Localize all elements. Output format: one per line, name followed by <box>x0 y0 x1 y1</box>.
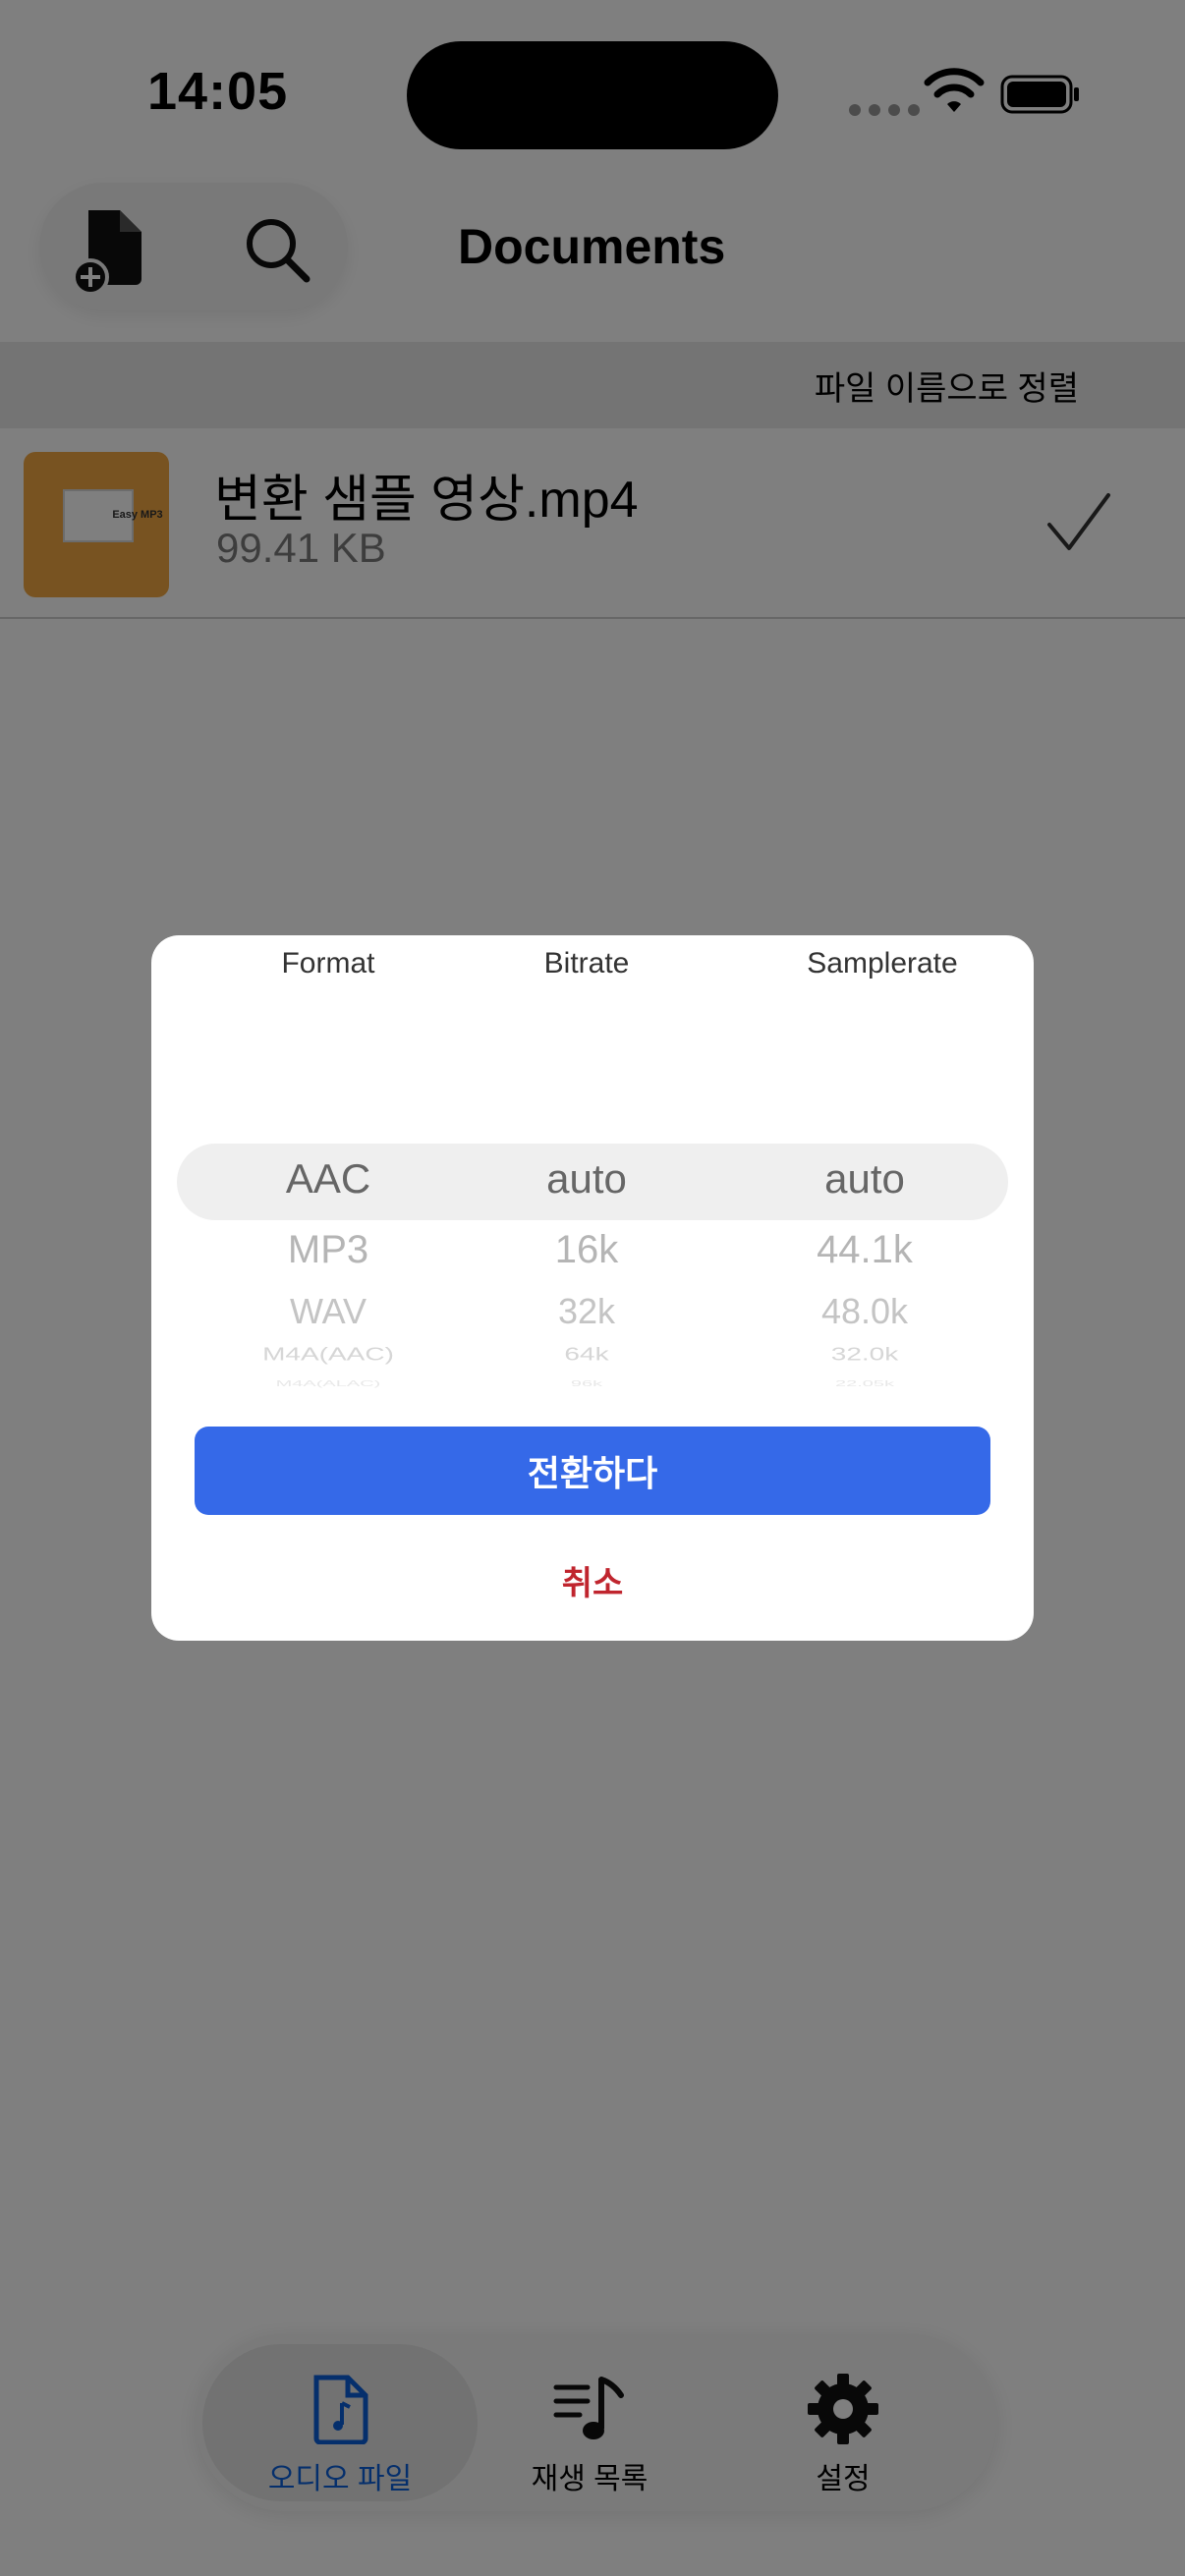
bitrate-option[interactable]: 64k <box>469 1344 705 1365</box>
format-option-selected[interactable]: AAC <box>210 1155 446 1203</box>
bitrate-column-header: Bitrate <box>543 947 630 980</box>
convert-dialog: Format Bitrate Samplerate AAC MP3 WAV M4… <box>151 935 1034 1641</box>
bitrate-option[interactable]: 32k <box>469 1291 705 1332</box>
samplerate-option[interactable]: 32.0k <box>747 1344 983 1365</box>
format-option[interactable]: MP3 <box>210 1228 446 1272</box>
bitrate-option[interactable]: 16k <box>469 1228 705 1272</box>
samplerate-option[interactable]: 48.0k <box>747 1291 983 1332</box>
format-option[interactable]: M4A(AAC) <box>210 1344 446 1365</box>
bitrate-option-selected[interactable]: auto <box>469 1155 705 1203</box>
format-column-header: Format <box>281 947 375 980</box>
convert-button[interactable]: 전환하다 <box>195 1427 990 1515</box>
samplerate-option[interactable]: 22.05k <box>747 1379 983 1388</box>
cancel-button[interactable]: 취소 <box>446 1550 739 1609</box>
bitrate-option[interactable]: 96k <box>469 1379 705 1388</box>
samplerate-column-header: Samplerate <box>807 947 958 980</box>
format-option[interactable]: WAV <box>210 1291 446 1332</box>
samplerate-option-selected[interactable]: auto <box>747 1155 983 1203</box>
format-option[interactable]: M4A(ALAC) <box>210 1379 446 1388</box>
samplerate-option[interactable]: 44.1k <box>747 1228 983 1272</box>
